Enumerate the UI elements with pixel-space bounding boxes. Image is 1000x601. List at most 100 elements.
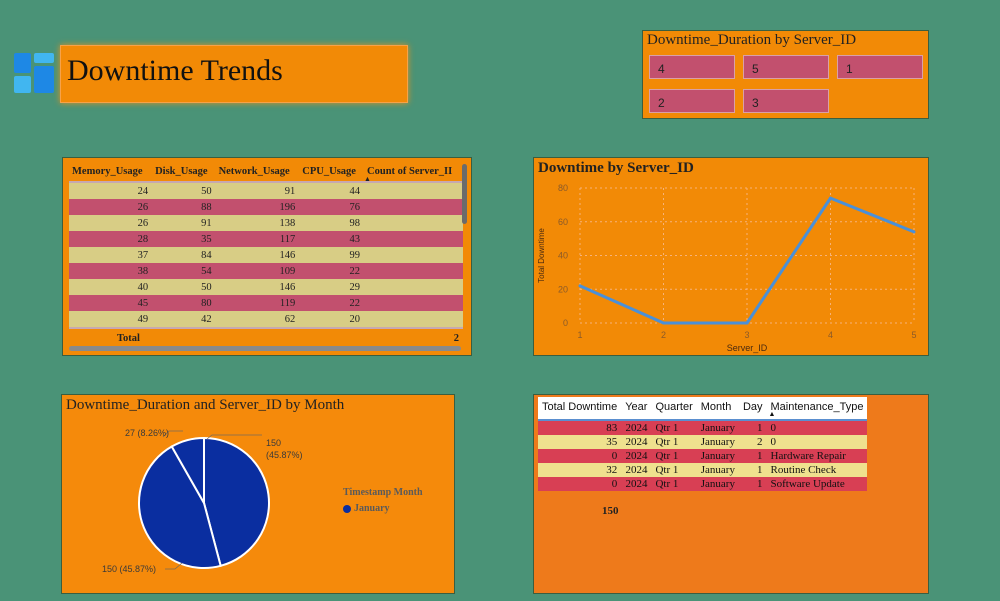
pie-chart-panel: Downtime_Duration and Server_ID by Month… (61, 394, 455, 594)
column-header[interactable]: Month (696, 397, 739, 420)
table-cell: January (700, 464, 735, 476)
detail-table-body: 83 2024 Qtr 1 January 1 0 35 2024 Qtr 1 January 2 0… (538, 420, 868, 491)
slicer-item[interactable]: 2 (649, 89, 735, 113)
table-cell: 0 (770, 422, 777, 434)
table-cell: 196 (279, 201, 296, 213)
table-cell: 50 (201, 185, 212, 197)
table-cell: Qtr 1 (655, 450, 679, 462)
table-row: 35 2024 Qtr 1 January 2 0 (538, 435, 868, 449)
slicer-item[interactable]: 5 (743, 55, 829, 79)
table-cell: Software Update (770, 478, 845, 490)
slicer-item[interactable]: 3 (743, 89, 829, 113)
table-cell: 22 (349, 297, 361, 309)
table-cell: 28 (137, 233, 149, 245)
column-header[interactable]: Network_Usage (216, 162, 300, 182)
table-row: 38 54 109 22 (69, 263, 463, 279)
table-cell: 44 (349, 185, 361, 197)
table-row: 45 80 119 22 (69, 295, 463, 311)
pie-label-percent: (45.87%) (266, 450, 303, 460)
table-cell: 91 (201, 217, 212, 229)
x-tick-label: 1 (577, 330, 582, 340)
table-cell: January (700, 478, 735, 490)
column-header[interactable]: Maintenance_Type ▲ (766, 397, 868, 420)
x-tick-label: 4 (828, 330, 833, 340)
table-cell: 37 (137, 249, 149, 261)
vertical-scrollbar[interactable] (462, 164, 467, 224)
table-cell: 1 (757, 422, 763, 434)
table-cell: 43 (349, 233, 361, 245)
table-cell: 42 (201, 313, 212, 325)
table-cell (364, 215, 463, 231)
table-cell: 2024 (625, 436, 648, 448)
line-chart: 0 20 40 60 80 1 2 3 4 5 Server_ID Total Downtime (537, 183, 917, 353)
sort-ascending-icon: ▲ (768, 411, 776, 418)
y-tick-label: 20 (558, 284, 568, 294)
column-header[interactable]: CPU_Usage (299, 162, 364, 182)
table-cell: 2024 (625, 450, 648, 462)
table-row: 26 88 196 76 (69, 199, 463, 215)
usage-table-panel: Memory_Usage Disk_Usage Network_Usage CP… (62, 157, 472, 356)
data-point (912, 230, 916, 234)
table-row: 40 50 146 29 (69, 279, 463, 295)
table-cell: Qtr 1 (655, 464, 679, 476)
table-cell: 76 (349, 201, 361, 213)
slicer-title: Downtime_Duration by Server_ID (647, 32, 857, 48)
usage-table-body: 24 50 91 44 26 88 196 76 26 91 138 98 28 35 117 43 37 84 1… (69, 182, 463, 328)
table-cell (364, 279, 463, 295)
table-cell: 0 (770, 436, 777, 448)
column-header[interactable]: Disk_Usage (152, 162, 215, 182)
table-row: 26 91 138 98 (69, 215, 463, 231)
column-header[interactable]: Count of Server_II ▲ (364, 162, 463, 183)
table-cell: 35 (606, 436, 618, 448)
table-cell: 146 (279, 249, 296, 261)
table-cell: 2024 (625, 422, 648, 434)
table-cell: 0 (611, 450, 618, 462)
legend-title: Timestamp Month (343, 487, 423, 498)
horizontal-scrollbar[interactable] (69, 346, 461, 351)
table-cell (364, 311, 463, 328)
x-tick-label: 5 (911, 330, 916, 340)
page-title: Downtime Trends (67, 54, 283, 87)
table-cell: 1 (757, 464, 763, 476)
slicer-item[interactable]: 1 (837, 55, 923, 79)
table-cell: 26 (137, 217, 149, 229)
column-header[interactable]: Day (738, 397, 767, 420)
table-cell: 119 (279, 297, 296, 309)
column-header[interactable]: Memory_Usage (69, 162, 152, 182)
table-cell: 45 (137, 297, 149, 309)
table-row: 0 2024 Qtr 1 January 1 Software Update (538, 477, 868, 491)
table-cell: 98 (349, 217, 361, 229)
data-point (829, 196, 832, 200)
table-cell: 24 (137, 185, 149, 197)
table-cell: 83 (606, 422, 618, 434)
pie-label-bottom: 150 (45.87%) (102, 564, 157, 574)
total-value: 2 (453, 332, 459, 344)
table-cell: 146 (279, 281, 296, 293)
table-cell (364, 231, 463, 247)
detail-total-value: 150 (602, 505, 619, 517)
column-header[interactable]: Total Downtime (538, 397, 622, 420)
table-cell (364, 199, 463, 215)
table-cell: 99 (349, 249, 361, 261)
table-cell: Qtr 1 (655, 478, 679, 490)
table-cell: Qtr 1 (655, 422, 679, 434)
slicer-item[interactable]: 4 (649, 55, 735, 79)
legend-item[interactable]: January (343, 503, 390, 514)
column-header[interactable]: Year (621, 397, 652, 420)
table-row: 37 84 146 99 (69, 247, 463, 263)
table-row: 83 2024 Qtr 1 January 1 0 (538, 420, 868, 435)
table-cell: January (700, 436, 735, 448)
pie-label-value: 150 (266, 438, 282, 448)
x-tick-label: 3 (744, 330, 749, 340)
x-axis-label: Server_ID (727, 343, 768, 353)
column-header[interactable]: Quarter (651, 397, 697, 420)
table-cell: 117 (279, 233, 296, 245)
table-row: 28 35 117 43 (69, 231, 463, 247)
table-cell: January (700, 422, 735, 434)
table-cell: 1 (757, 478, 763, 490)
table-cell: January (700, 450, 735, 462)
table-cell: 0 (611, 478, 618, 490)
table-cell: 29 (349, 281, 361, 293)
table-cell: 54 (201, 265, 212, 277)
table-row: 24 50 91 44 (69, 182, 463, 199)
